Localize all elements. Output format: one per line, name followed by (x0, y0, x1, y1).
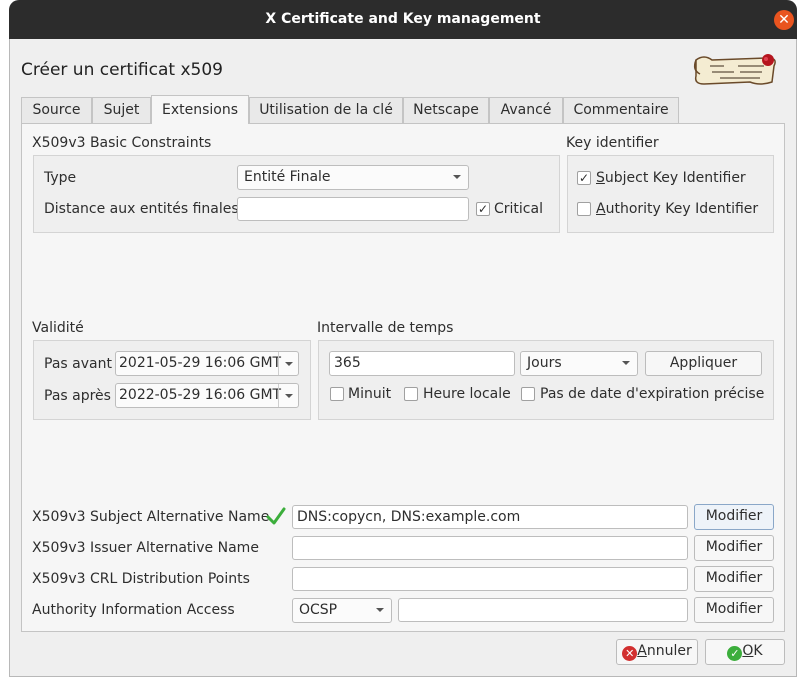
not-after-value: 2022-05-29 16:06 GMT (119, 387, 282, 403)
authority-key-id-label: Authority Key Identifier (596, 201, 759, 217)
aia-input[interactable] (398, 598, 688, 622)
chevron-down-icon (376, 608, 384, 612)
title-bar: X Certificate and Key management (9, 0, 797, 39)
cancel-icon: ✕ (622, 646, 638, 661)
window-title: X Certificate and Key management (265, 11, 541, 27)
valid-check-icon (266, 506, 286, 526)
chevron-down-icon (453, 175, 461, 179)
tab-sujet[interactable]: Sujet (92, 97, 151, 123)
interval-title: Intervalle de temps (317, 320, 454, 336)
san-label: X509v3 Subject Alternative Name (32, 509, 270, 525)
not-before-value: 2021-05-29 16:06 GMT (119, 355, 282, 371)
no-expiry-label: Pas de date d'expiration précise (540, 386, 765, 402)
interval-unit-value: Jours (527, 355, 562, 371)
cancel-button[interactable]: ✕ Annuler (616, 639, 698, 665)
tab-key-usage[interactable]: Utilisation de la clé (249, 97, 403, 123)
xca-logo (690, 52, 780, 88)
midnight-label: Minuit (348, 386, 392, 402)
not-before-date[interactable]: 2021-05-29 16:06 GMT (115, 351, 299, 376)
tab-netscape[interactable]: Netscape (403, 97, 489, 123)
san-input[interactable]: DNS:copycn, DNS:example.com (292, 505, 688, 529)
chevron-down-icon (622, 361, 630, 365)
ian-label: X509v3 Issuer Alternative Name (32, 540, 259, 556)
aia-type-value: OCSP (299, 602, 338, 618)
key-identifier-title: Key identifier (566, 135, 659, 151)
tab-avance[interactable]: Avancé (489, 97, 563, 123)
distance-label: Distance aux entités finales (44, 201, 239, 217)
local-time-checkbox[interactable] (404, 387, 418, 401)
critical-label: Critical (494, 201, 543, 217)
ok-icon: ✓ (727, 646, 743, 661)
key-identifier-group (567, 155, 774, 233)
san-modify-button[interactable]: Modifier (694, 504, 774, 530)
crl-input[interactable] (292, 567, 688, 591)
no-expiry-checkbox[interactable] (521, 387, 535, 401)
tab-commentaire[interactable]: Commentaire (563, 97, 679, 123)
tab-source[interactable]: Source (21, 97, 92, 123)
interval-input[interactable]: 365 (329, 351, 515, 376)
ian-modify-button[interactable]: Modifier (694, 535, 774, 561)
type-value: Entité Finale (244, 169, 331, 185)
aia-label: Authority Information Access (32, 602, 235, 618)
chevron-down-icon[interactable] (278, 352, 298, 375)
ok-button[interactable]: ✓ OK (705, 639, 785, 665)
page-title: Créer un certificat x509 (21, 60, 223, 80)
ian-input[interactable] (292, 536, 688, 560)
crl-label: X509v3 CRL Distribution Points (32, 571, 250, 587)
subject-key-id-checkbox[interactable]: ✓ (577, 171, 591, 185)
critical-checkbox[interactable]: ✓ (476, 202, 490, 216)
basic-constraints-title: X509v3 Basic Constraints (32, 135, 212, 151)
not-after-date[interactable]: 2022-05-29 16:06 GMT (115, 383, 299, 408)
midnight-checkbox[interactable] (330, 387, 344, 401)
subject-key-id-label: Subject Key Identifier (596, 170, 746, 186)
aia-modify-button[interactable]: Modifier (694, 597, 774, 623)
type-label: Type (44, 170, 77, 186)
type-select[interactable]: Entité Finale (237, 165, 469, 190)
not-after-label: Pas après (44, 388, 111, 404)
apply-button[interactable]: Appliquer (645, 351, 762, 376)
local-time-label: Heure locale (423, 386, 511, 402)
close-icon[interactable]: ✕ (774, 10, 794, 30)
distance-input[interactable] (237, 197, 469, 221)
tab-extensions[interactable]: Extensions (151, 95, 249, 124)
crl-modify-button[interactable]: Modifier (694, 566, 774, 592)
not-before-label: Pas avant (44, 356, 112, 372)
aia-type-select[interactable]: OCSP (292, 598, 392, 623)
interval-unit-select[interactable]: Jours (520, 351, 638, 376)
chevron-down-icon[interactable] (278, 384, 298, 407)
validity-title: Validité (32, 320, 84, 336)
authority-key-id-checkbox[interactable] (577, 202, 591, 216)
